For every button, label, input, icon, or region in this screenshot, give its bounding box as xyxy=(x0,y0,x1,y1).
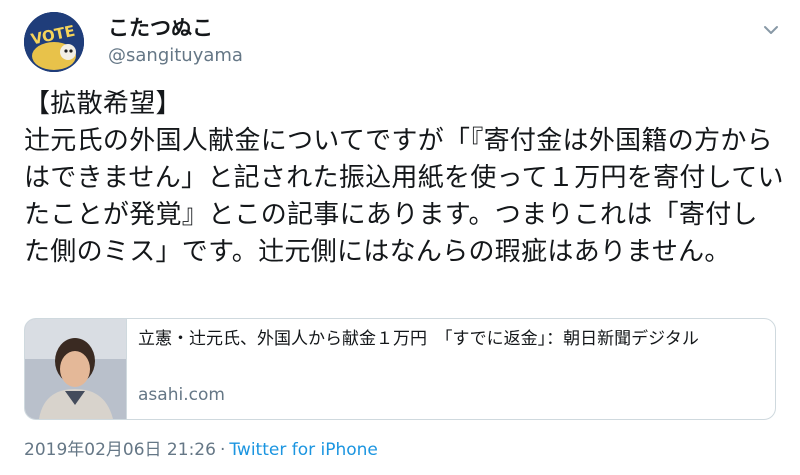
tweet-text: 【拡散希望】 辻元氏の外国人献金についてですが「『寄付金は外国籍の方からはできま… xyxy=(24,89,784,267)
user-handle[interactable]: @sangituyama xyxy=(108,44,243,68)
chevron-down-icon[interactable] xyxy=(762,22,780,36)
tweet-footer: 2019年02月06日 21:26 · Twitter for iPhone xyxy=(24,438,378,462)
source-link[interactable]: Twitter for iPhone xyxy=(229,440,378,460)
avatar-image: VOTE xyxy=(24,12,84,72)
tweet: VOTE こたつぬこ @sangituyama 【拡散希望】 辻元氏の外国人献金… xyxy=(0,0,800,475)
display-name[interactable]: こたつぬこ xyxy=(108,14,213,42)
avatar[interactable]: VOTE xyxy=(24,12,84,72)
card-thumbnail xyxy=(25,319,127,419)
link-card[interactable]: 立憲・辻元氏、外国人から献金１万円 「すでに返金」：朝日新聞デジタル asahi… xyxy=(24,318,776,420)
card-title[interactable]: 立憲・辻元氏、外国人から献金１万円 「すでに返金」：朝日新聞デジタル xyxy=(138,327,763,351)
footer-separator: · xyxy=(219,440,226,460)
timestamp[interactable]: 2019年02月06日 21:26 xyxy=(24,440,216,460)
card-domain: asahi.com xyxy=(138,385,225,405)
